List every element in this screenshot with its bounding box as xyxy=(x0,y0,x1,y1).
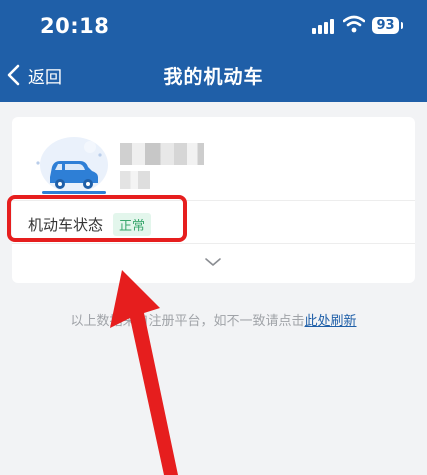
signal-icon xyxy=(312,18,334,34)
data-source-note: 以上数据来自注册平台，如不一致请点击此处刷新 xyxy=(0,310,427,329)
car-icon xyxy=(36,137,108,194)
annotation-highlight-box xyxy=(7,195,187,242)
refresh-link[interactable]: 此处刷新 xyxy=(305,314,357,329)
divider xyxy=(12,243,415,244)
battery-icon: 93 xyxy=(372,17,403,34)
wifi-icon xyxy=(343,15,365,33)
data-source-text: 以上数据来自注册平台，如不一致请点击 xyxy=(70,314,305,329)
chevron-down-icon[interactable] xyxy=(204,256,222,268)
status-time: 20:18 xyxy=(40,14,110,38)
status-bar: 20:18 93 xyxy=(0,0,427,50)
nav-bar: 返回 我的机动车 xyxy=(0,50,427,102)
annotation-arrow-icon xyxy=(110,270,178,475)
app-header: 20:18 93 返回 我的机动车 xyxy=(0,0,427,102)
plate-number-redacted xyxy=(120,143,204,165)
page-title: 我的机动车 xyxy=(163,66,264,88)
vehicle-info-redacted xyxy=(120,171,150,189)
